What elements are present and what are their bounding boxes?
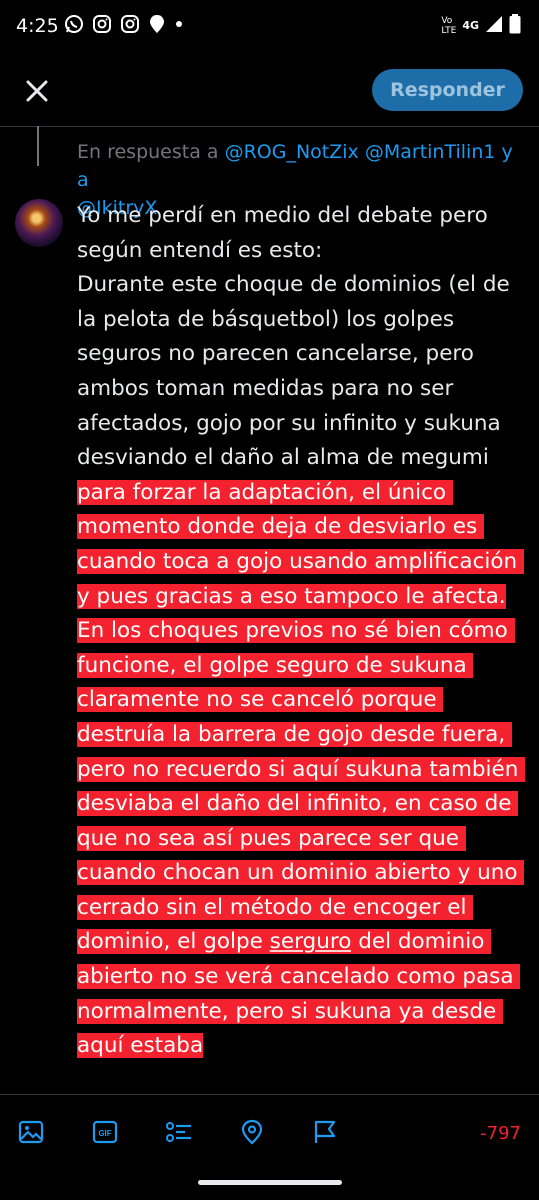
misspelled-word[interactable]: serguro bbox=[269, 929, 352, 955]
reply-button[interactable]: Responder bbox=[372, 69, 523, 111]
compose-header: Responder bbox=[0, 54, 539, 126]
thread-line bbox=[37, 126, 39, 166]
volte-indicator: Vo LTE bbox=[441, 15, 457, 36]
gif-button[interactable]: GIF bbox=[92, 1119, 118, 1145]
overflow-text: para forzar la adaptación, el único mome… bbox=[77, 479, 526, 955]
poll-button[interactable] bbox=[165, 1119, 191, 1145]
location-icon bbox=[241, 1119, 263, 1145]
poll-icon bbox=[166, 1122, 191, 1142]
compose-text: Yo me perdí en medio del debate pero seg… bbox=[77, 203, 510, 471]
image-icon bbox=[18, 1120, 44, 1144]
status-time: 4:25 bbox=[16, 15, 59, 37]
notification-dot-icon bbox=[174, 14, 184, 38]
avatar bbox=[15, 199, 63, 247]
mention-link[interactable]: @ROG_NotZix bbox=[225, 141, 359, 163]
location-pin-icon bbox=[148, 14, 166, 38]
header-divider bbox=[0, 126, 539, 127]
whatsapp-icon bbox=[64, 14, 84, 38]
svg-text:GIF: GIF bbox=[98, 1129, 111, 1138]
gesture-nav-handle[interactable] bbox=[198, 1180, 342, 1185]
mention-link[interactable]: @MartinTilin1 bbox=[365, 141, 496, 163]
network-type: 4G bbox=[462, 19, 479, 32]
compose-toolbar: GIF -797 bbox=[0, 1094, 539, 1167]
character-count: -797 bbox=[480, 1123, 521, 1144]
close-button[interactable] bbox=[22, 76, 52, 106]
battery-icon bbox=[509, 14, 521, 37]
location-button[interactable] bbox=[239, 1119, 265, 1145]
instagram-icon bbox=[92, 14, 112, 38]
flag-button[interactable] bbox=[312, 1119, 338, 1145]
flag-icon bbox=[314, 1120, 336, 1143]
signal-icon bbox=[485, 15, 503, 36]
reply-prefix: En respuesta a bbox=[77, 141, 225, 163]
status-bar: 4:25 Vo LTE 4G bbox=[0, 0, 539, 54]
gif-icon: GIF bbox=[92, 1120, 118, 1144]
tweet-compose-textarea[interactable]: Yo me perdí en medio del debate pero seg… bbox=[77, 199, 527, 1064]
image-button[interactable] bbox=[18, 1119, 44, 1145]
close-icon bbox=[26, 80, 48, 102]
instagram-icon bbox=[120, 14, 140, 38]
status-right: Vo LTE 4G bbox=[441, 14, 521, 37]
notification-icons bbox=[64, 14, 184, 38]
